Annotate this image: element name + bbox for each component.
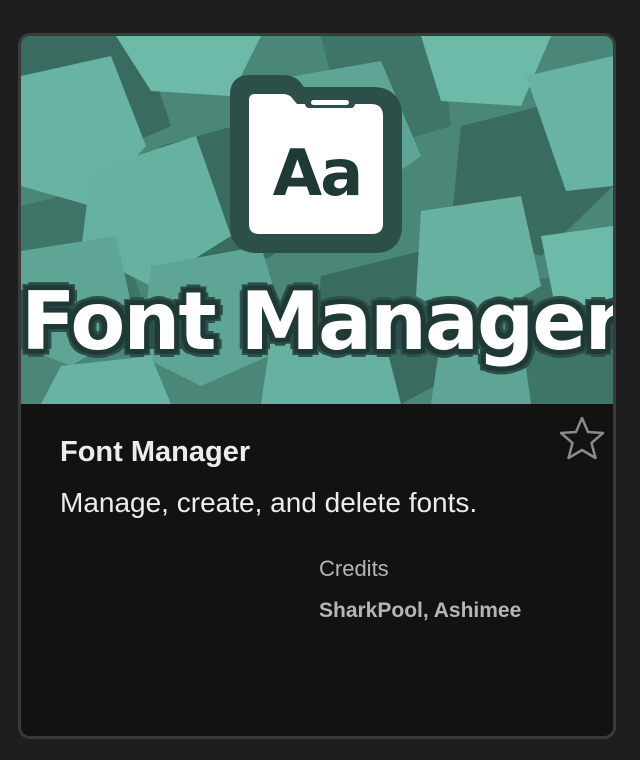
extension-name: Font Manager <box>60 436 251 468</box>
credits-label: Credits <box>319 556 389 581</box>
banner-title: Font Manager <box>21 275 613 368</box>
favorite-button[interactable] <box>557 414 607 464</box>
extension-banner[interactable]: Aa Font Manager <box>21 36 613 404</box>
banner-icon-text: Aa <box>272 137 364 211</box>
extension-card[interactable]: Aa Font Manager Font Manager Manage, cre… <box>18 33 616 739</box>
star-outline-icon <box>559 416 605 460</box>
extension-description: Manage, create, and delete fonts. <box>60 487 478 518</box>
credits-names: SharkPool, Ashimee <box>319 599 522 622</box>
